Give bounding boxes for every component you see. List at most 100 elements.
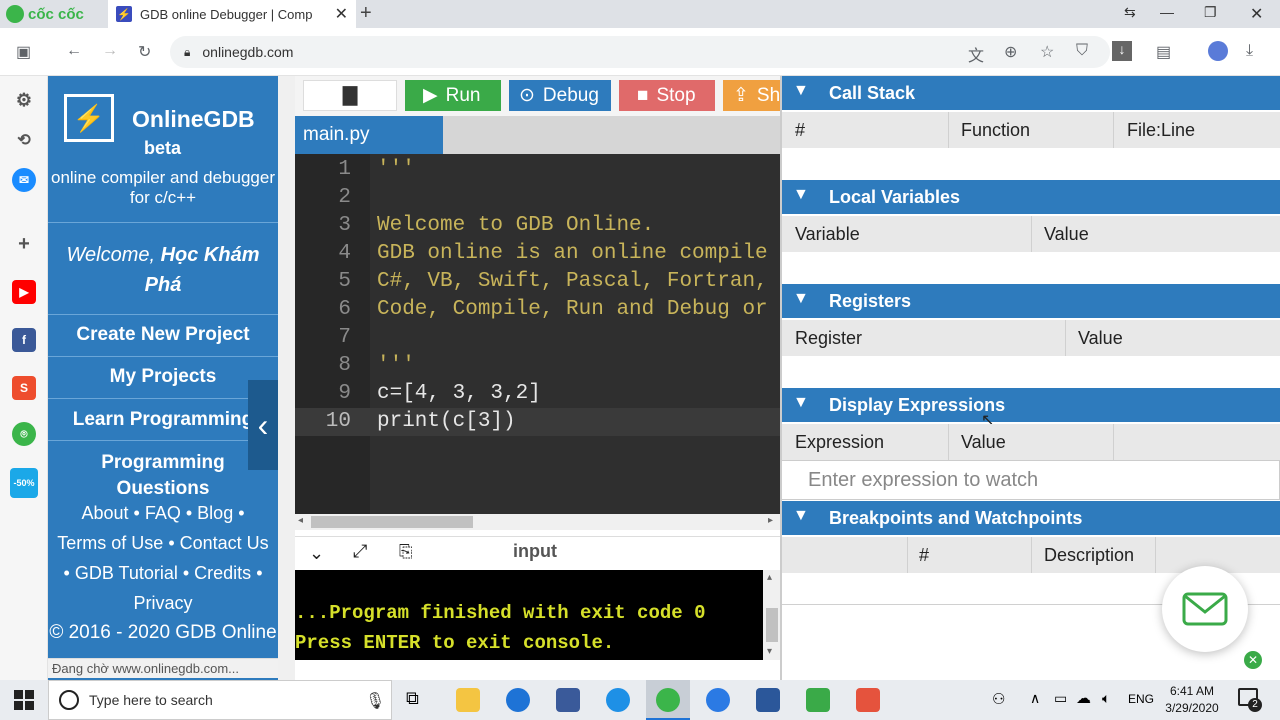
profile-avatar[interactable] xyxy=(1208,41,1228,61)
welcome-username[interactable]: Học Khám Phá xyxy=(145,244,260,296)
store-icon[interactable] xyxy=(556,688,580,712)
bookmark-star-icon[interactable]: ☆ xyxy=(1040,42,1054,62)
privacy-link[interactable]: Privacy xyxy=(133,593,192,613)
maximize-icon[interactable]: ❐ xyxy=(1204,4,1217,21)
scroll-up-icon[interactable]: ▴ xyxy=(767,572,772,583)
reload-icon[interactable]: ↻ xyxy=(138,42,151,62)
credits-link[interactable]: Credits xyxy=(194,563,251,583)
camtasia-icon[interactable] xyxy=(856,688,880,712)
task-view-icon[interactable]: ⧉ xyxy=(406,688,419,709)
create-new-project-link[interactable]: Create New Project xyxy=(48,323,278,347)
language-indicator[interactable]: ENG xyxy=(1128,692,1154,706)
faq-link[interactable]: FAQ xyxy=(145,503,181,523)
copy-icon[interactable]: ⎘ xyxy=(399,542,413,562)
facebook-icon[interactable]: f xyxy=(12,328,36,352)
people-icon[interactable]: ⚇ xyxy=(992,690,1005,708)
col-header: Function xyxy=(961,120,1031,140)
breakpoints-header[interactable]: ▼ Breakpoints and Watchpoints xyxy=(781,501,1280,535)
local-variables-header[interactable]: ▼ Local Variables xyxy=(781,180,1280,214)
messenger-icon[interactable]: ✉ xyxy=(12,168,36,192)
word-icon[interactable] xyxy=(756,688,780,712)
display-expressions-header[interactable]: ▼ Display Expressions xyxy=(781,388,1280,422)
my-projects-link[interactable]: My Projects xyxy=(48,365,278,389)
taskbar-clock[interactable]: 6:41 AM 3/29/2020 xyxy=(1160,683,1224,717)
scrollbar-thumb[interactable] xyxy=(311,516,473,528)
shopee-icon[interactable]: S xyxy=(12,376,36,400)
new-file-button[interactable]: ▇ xyxy=(303,80,397,111)
close-tab-icon[interactable]: ✕ xyxy=(335,4,348,24)
back-icon[interactable]: ← xyxy=(66,42,82,60)
editor-horizontal-scrollbar[interactable]: ◂ ▸ xyxy=(295,514,781,530)
restore-tabs-icon[interactable]: ⇆ xyxy=(1124,4,1136,21)
tab-input[interactable]: input xyxy=(513,541,557,562)
collapse-sidebar-button[interactable]: ‹ xyxy=(248,380,278,470)
edge-icon[interactable] xyxy=(506,688,530,712)
forward-icon[interactable]: → xyxy=(102,42,118,60)
shield-icon[interactable]: ⛉ xyxy=(1076,42,1088,60)
windows-start-icon[interactable] xyxy=(14,690,34,710)
divider xyxy=(48,398,278,399)
chevron-down-icon[interactable]: ⌄ xyxy=(309,543,324,564)
expression-input[interactable]: Enter expression to watch xyxy=(781,460,1280,500)
browser-logo[interactable]: cốc cốc xyxy=(6,3,84,25)
panel-splitter[interactable] xyxy=(780,76,782,680)
taskbar-search-box[interactable]: Type here to search 🎙︎ xyxy=(48,680,392,720)
scrollbar-thumb[interactable] xyxy=(766,608,778,642)
close-feedback-icon[interactable]: ✕ xyxy=(1244,651,1262,669)
run-button[interactable]: ▶ Run xyxy=(405,80,501,111)
microphone-icon[interactable]: 🎙︎ xyxy=(365,691,385,711)
taskbar-active-app[interactable] xyxy=(646,680,690,720)
stop-button[interactable]: ■ Stop xyxy=(619,80,715,111)
expand-icon[interactable]: ⤢ xyxy=(353,541,367,562)
extension-icon[interactable]: ▤ xyxy=(1156,42,1171,62)
share-icon: ⇪ xyxy=(733,85,749,106)
camtasia-recorder-icon[interactable] xyxy=(806,688,830,712)
feedback-button[interactable] xyxy=(1162,566,1248,652)
onedrive-icon[interactable]: ☁ xyxy=(1076,689,1091,707)
add-icon[interactable]: + xyxy=(12,232,36,256)
browser-tab[interactable]: ⚡ GDB online Debugger | Comp ✕ xyxy=(108,0,356,28)
sidebar-scrollbar[interactable] xyxy=(278,76,295,680)
code-editor[interactable]: 1 2 3 4 5 6 7 8 9 10 ''' Welcome to GDB … xyxy=(295,154,781,514)
scroll-right-icon[interactable]: ▸ xyxy=(768,515,773,526)
tiki-icon[interactable]: -50% xyxy=(10,468,38,498)
history-icon[interactable]: ⟲ xyxy=(12,128,36,152)
learn-programming-link[interactable]: Learn Programming xyxy=(48,408,278,432)
new-tab-icon[interactable]: + xyxy=(360,2,372,25)
blog-link[interactable]: Blog xyxy=(197,503,233,523)
battery-icon[interactable]: ▭ xyxy=(1054,690,1067,707)
close-window-icon[interactable]: ✕ xyxy=(1250,4,1263,24)
console-scrollbar[interactable]: ▴ ▾ xyxy=(763,570,781,660)
console-output[interactable]: ...Program finished with exit code 0 Pre… xyxy=(295,570,763,660)
programming-questions-link[interactable]: Programming Questions xyxy=(48,450,278,494)
coccoc-map-icon[interactable]: ⌾ xyxy=(12,422,36,446)
code-line: ''' xyxy=(377,158,415,181)
gdb-logo-icon[interactable]: ⚡ xyxy=(64,94,114,142)
line-number: 3 xyxy=(338,214,351,237)
file-explorer-icon[interactable] xyxy=(456,688,480,712)
zalo-icon[interactable] xyxy=(706,688,730,712)
registers-header[interactable]: ▼ Registers xyxy=(781,284,1280,318)
zoom-icon[interactable]: ⊕ xyxy=(1004,42,1017,62)
about-link[interactable]: About xyxy=(81,503,128,523)
debug-button[interactable]: ⊙ Debug xyxy=(509,80,611,111)
youtube-icon[interactable]: ▶ xyxy=(12,280,36,304)
tray-chevron-icon[interactable]: ∧ xyxy=(1030,690,1040,707)
minimize-icon[interactable]: — xyxy=(1160,4,1174,20)
terms-link[interactable]: Terms of Use xyxy=(57,533,163,553)
translate-icon[interactable]: 文 xyxy=(968,42,984,66)
gdb-tutorial-link[interactable]: GDB Tutorial xyxy=(75,563,178,583)
tab-main-py[interactable]: main.py xyxy=(295,116,443,154)
download-manager-icon[interactable]: ↓ xyxy=(1112,41,1132,61)
share-button[interactable]: ⇪ Sh xyxy=(723,80,781,111)
contact-link[interactable]: Contact Us xyxy=(180,533,269,553)
download-icon[interactable]: ⤓ xyxy=(1246,42,1253,60)
internet-explorer-icon[interactable] xyxy=(606,688,630,712)
volume-icon[interactable]: 🔈︎ xyxy=(1102,690,1110,707)
sidebar-toggle-icon[interactable]: ▣ xyxy=(16,42,31,62)
scroll-left-icon[interactable]: ◂ xyxy=(298,515,303,526)
call-stack-header[interactable]: ▼ Call Stack xyxy=(781,76,1280,110)
line-number: 1 xyxy=(338,158,351,181)
scroll-down-icon[interactable]: ▾ xyxy=(767,646,772,657)
settings-icon[interactable]: ⚙ xyxy=(12,88,36,112)
